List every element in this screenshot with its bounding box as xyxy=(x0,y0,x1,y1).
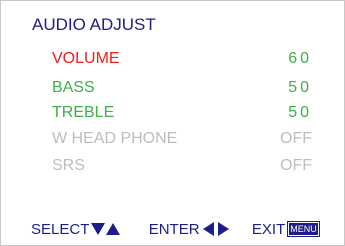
enter-hint-label: ENTER xyxy=(148,220,200,238)
triangle-down-icon xyxy=(91,223,106,236)
treble-value: 50 xyxy=(288,104,312,121)
menu-title: AUDIO ADJUST xyxy=(32,15,156,34)
srs-value: OFF xyxy=(280,157,312,174)
menu-item-treble[interactable]: TREBLE 50 xyxy=(52,104,312,126)
triangle-up-icon xyxy=(106,223,121,236)
menu-item-srs: SRS OFF xyxy=(52,157,312,179)
volume-label: VOLUME xyxy=(52,50,120,67)
menu-item-bass[interactable]: BASS 50 xyxy=(52,79,312,101)
menu-key-icon: MENU xyxy=(287,221,320,238)
menu-item-w-head-phone: W HEAD PHONE OFF xyxy=(52,130,312,152)
triangle-right-icon xyxy=(217,222,229,237)
exit-hint-label: EXIT xyxy=(251,220,286,238)
select-hint-label: SELECT xyxy=(31,220,90,238)
footer-hints: SELECT ENTER EXIT MENU xyxy=(31,220,320,240)
volume-value: 60 xyxy=(288,50,312,67)
w-head-phone-label: W HEAD PHONE xyxy=(52,130,178,147)
menu-item-volume[interactable]: VOLUME 60 xyxy=(52,50,312,72)
bass-value: 50 xyxy=(288,79,312,96)
bass-label: BASS xyxy=(52,79,95,96)
treble-label: TREBLE xyxy=(52,104,115,121)
triangle-left-icon xyxy=(202,222,214,237)
audio-adjust-menu: AUDIO ADJUST VOLUME 60 BASS 50 TREBLE 50… xyxy=(0,0,345,246)
srs-label: SRS xyxy=(52,157,85,174)
w-head-phone-value: OFF xyxy=(280,130,312,147)
